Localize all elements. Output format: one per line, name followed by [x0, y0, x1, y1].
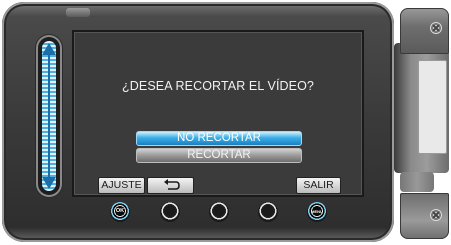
- screw-icon: [430, 22, 442, 34]
- ajuste-button[interactable]: AJUSTE: [98, 177, 145, 194]
- hinge-top-cap: [400, 8, 449, 54]
- touch-slider[interactable]: [38, 37, 60, 195]
- ok-label: OK: [115, 208, 125, 214]
- hinge-bottom-cap: [400, 193, 449, 239]
- menu-label: MENU: [311, 209, 323, 214]
- ok-button[interactable]: OK: [110, 202, 130, 222]
- lcd-screen: ¿DESEA RECORTAR EL VÍDEO? NO RECORTAR RE…: [72, 30, 364, 197]
- hardware-button-2[interactable]: [160, 202, 180, 222]
- screw-icon: [430, 209, 442, 221]
- menu-button[interactable]: MENU: [307, 202, 327, 222]
- option-no-trim[interactable]: NO RECORTAR: [136, 131, 302, 146]
- hardware-button-4[interactable]: [258, 202, 278, 222]
- salir-button[interactable]: SALIR: [296, 177, 341, 194]
- hinge-slot: [418, 60, 447, 154]
- hinge-grip: [400, 172, 434, 192]
- top-notch: [66, 8, 90, 17]
- option-trim[interactable]: RECORTAR: [136, 148, 302, 163]
- slider-arrows-icon: [42, 43, 56, 189]
- trim-prompt: ¿DESEA RECORTAR EL VÍDEO?: [122, 79, 314, 93]
- back-button[interactable]: [147, 177, 194, 194]
- return-arrow-icon: [163, 179, 180, 190]
- hardware-button-3[interactable]: [209, 202, 229, 222]
